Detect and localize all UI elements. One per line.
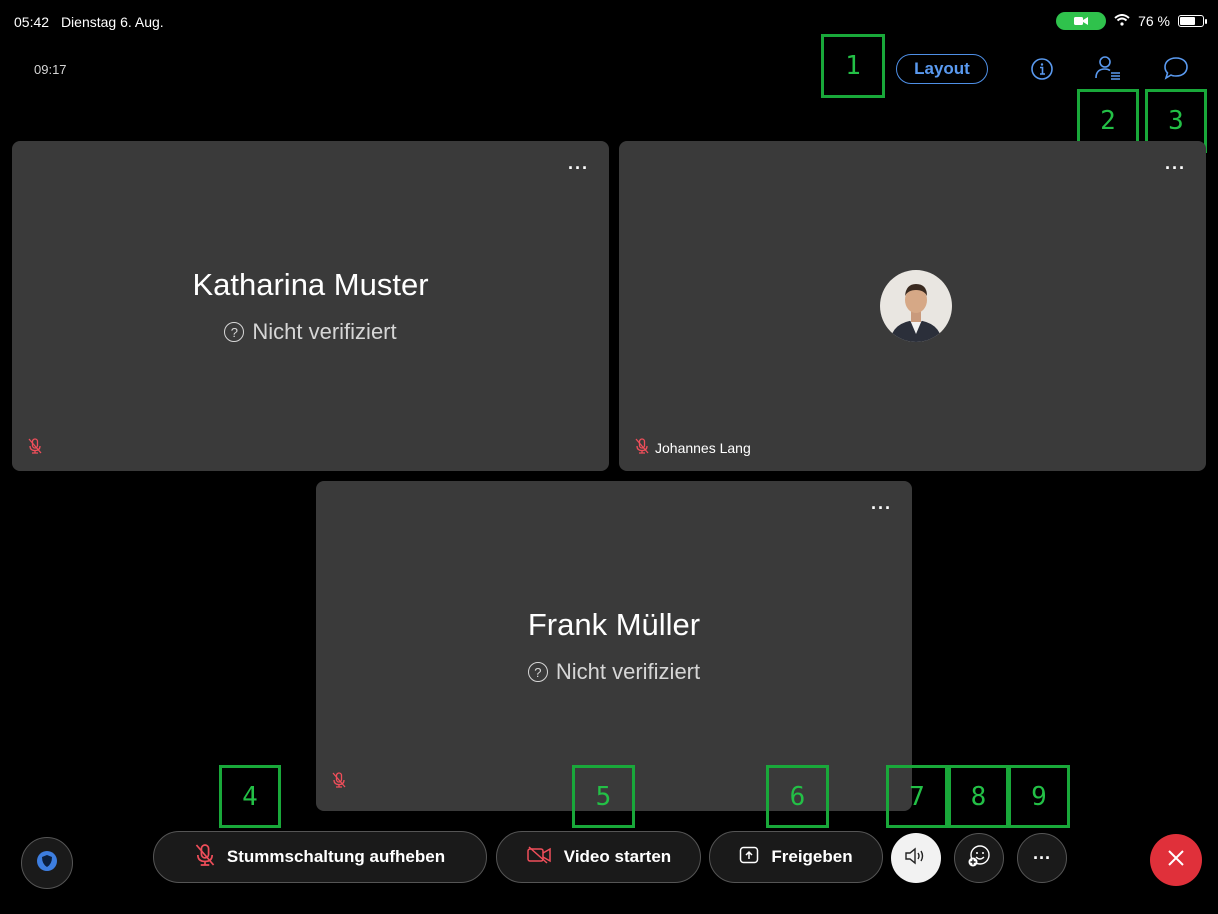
mic-muted-icon <box>195 843 215 872</box>
camera-in-use-icon <box>1056 12 1107 30</box>
close-icon <box>1166 848 1186 873</box>
shield-icon <box>36 850 58 877</box>
tile-more-button[interactable]: ··· <box>568 159 589 177</box>
clock-time: 05:42 <box>14 14 50 30</box>
share-screen-icon <box>739 846 759 869</box>
audio-button[interactable] <box>891 833 941 883</box>
annotation-4: 4 <box>219 765 281 828</box>
share-button[interactable]: Freigeben <box>709 831 883 883</box>
wifi-icon <box>1114 13 1130 29</box>
speaker-icon <box>903 846 929 871</box>
participant-name: Frank Müller <box>527 607 701 642</box>
battery-level <box>1180 17 1196 25</box>
mic-muted-icon <box>332 772 346 791</box>
unmute-button[interactable]: Stummschaltung aufheben <box>153 831 487 883</box>
annotation-9: 9 <box>1008 765 1070 828</box>
tile-more-button[interactable]: ··· <box>871 499 892 517</box>
participant-name: Katharina Muster <box>192 267 429 302</box>
status-bar-left: 05:42 Dienstag 6. Aug. <box>14 14 172 30</box>
security-shield-button[interactable] <box>21 837 73 889</box>
add-reaction-icon <box>966 843 992 874</box>
battery-percent: 76 % <box>1138 13 1170 29</box>
annotation-7: 7 <box>886 765 948 828</box>
reactions-button[interactable] <box>954 833 1004 883</box>
chat-icon[interactable] <box>1160 52 1192 84</box>
layout-button[interactable]: Layout <box>896 54 988 84</box>
question-icon: ? <box>527 662 548 682</box>
battery-icon <box>1178 15 1207 27</box>
end-call-button[interactable] <box>1150 834 1202 886</box>
participant-tile-frank[interactable]: ··· Frank Müller ? Nicht verifiziert <box>316 481 912 811</box>
start-video-button[interactable]: Video starten <box>496 831 701 883</box>
verification-status: ? Nicht verifiziert <box>316 659 912 685</box>
video-off-icon <box>526 845 552 870</box>
tile-more-button[interactable]: ··· <box>1165 159 1186 177</box>
participants-icon[interactable] <box>1092 52 1124 84</box>
annotation-6: 6 <box>766 765 829 828</box>
mic-muted-icon <box>635 438 649 457</box>
muted-indicator: Johannes Lang <box>635 438 751 457</box>
muted-indicator <box>332 772 346 791</box>
more-icon: ··· <box>1033 847 1051 868</box>
date: Dienstag 6. Aug. <box>60 14 164 30</box>
participant-name: Johannes Lang <box>655 439 751 456</box>
annotation-8: 8 <box>948 765 1009 828</box>
annotation-1: 1 <box>821 34 885 98</box>
more-options-button[interactable]: ··· <box>1017 833 1067 883</box>
avatar <box>880 270 952 342</box>
participant-tile-johannes[interactable]: ··· Johannes Lang <box>619 141 1206 471</box>
info-icon[interactable] <box>1026 53 1058 85</box>
annotation-5: 5 <box>572 765 635 828</box>
participant-tile-katharina[interactable]: ··· Katharina Muster ? Nicht verifiziert <box>12 141 609 471</box>
question-icon: ? <box>224 322 245 342</box>
status-bar-right: 76 % <box>1056 12 1207 30</box>
mic-muted-icon <box>28 438 42 457</box>
call-timer: 09:17 <box>34 62 67 77</box>
verification-status: ? Nicht verifiziert <box>12 319 609 345</box>
muted-indicator <box>28 438 42 457</box>
